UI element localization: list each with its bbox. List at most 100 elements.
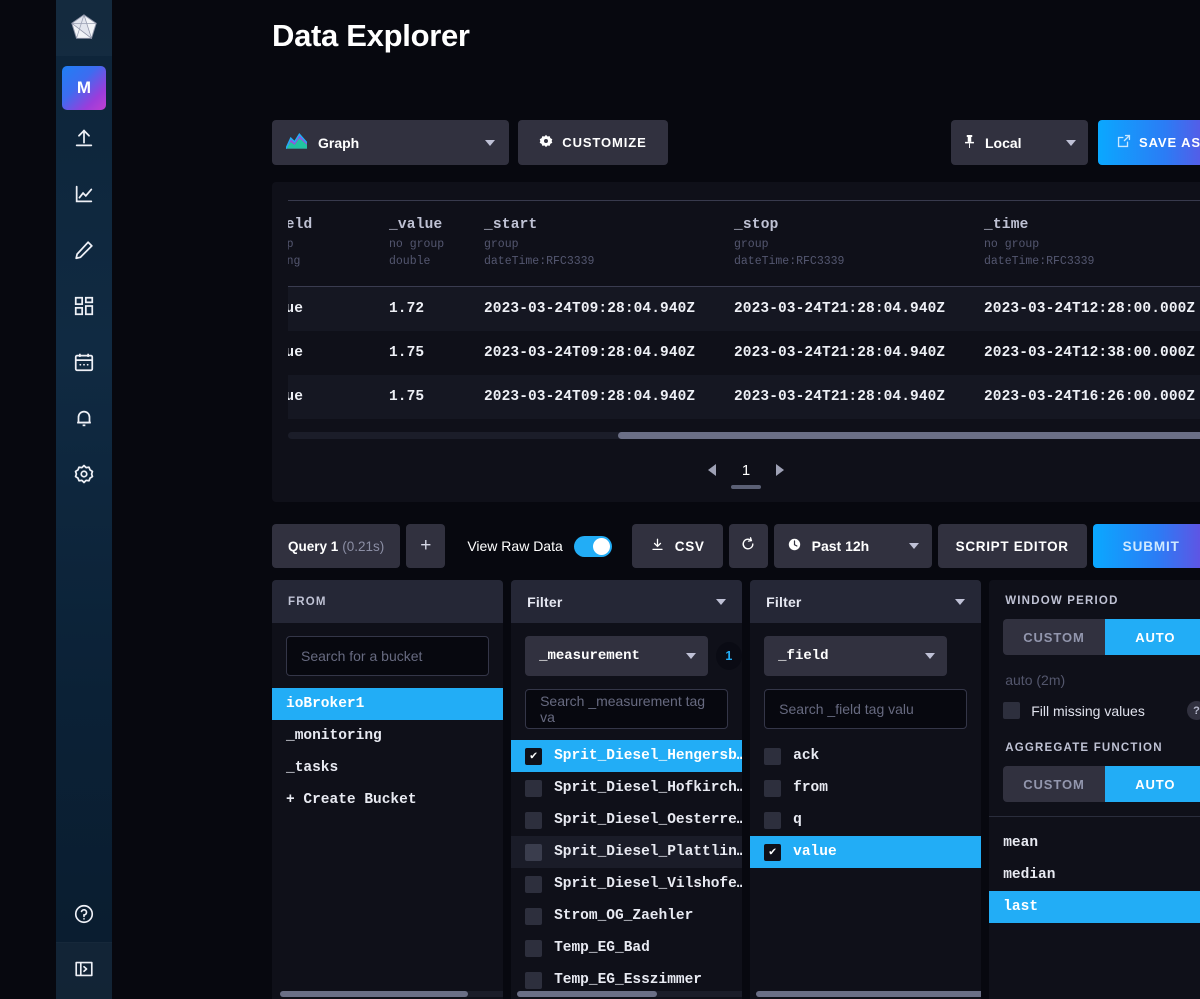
table-horizontal-scrollbar[interactable]	[288, 432, 1200, 439]
main-content: Data Explorer Graph CUSTOMIZE Local SAVE…	[112, 0, 1200, 999]
sidebar-item-explore[interactable]	[56, 166, 112, 222]
list-item[interactable]: ack	[750, 740, 981, 772]
fill-missing-values-row[interactable]: Fill missing values ?	[989, 688, 1200, 720]
chevron-down-icon[interactable]	[954, 598, 965, 605]
function-item-mean[interactable]: mean	[989, 827, 1200, 859]
customize-button[interactable]: CUSTOMIZE	[518, 120, 668, 165]
aggregate-custom-button[interactable]: CUSTOM	[1003, 766, 1105, 802]
checkbox-icon[interactable]	[764, 747, 782, 765]
function-item-median[interactable]: median	[989, 859, 1200, 891]
script-editor-button[interactable]: SCRIPT EDITOR	[937, 524, 1087, 568]
sidebar-item-tasks[interactable]	[56, 334, 112, 390]
scrollbar-thumb[interactable]	[280, 991, 468, 997]
page-number[interactable]: 1	[730, 462, 763, 489]
filter-field-header[interactable]: Filter	[750, 580, 981, 623]
field-horizontal-scrollbar[interactable]	[756, 991, 981, 997]
checkbox-icon[interactable]	[525, 811, 543, 829]
list-item[interactable]: Sprit_Diesel_Hengersb…	[511, 740, 742, 772]
checkbox-icon[interactable]	[525, 843, 543, 861]
column-type: double	[389, 254, 431, 268]
scrollbar-thumb[interactable]	[517, 991, 658, 997]
tag-key-dropdown-field[interactable]: _field	[764, 636, 947, 676]
sidebar-item-dashboards[interactable]	[56, 278, 112, 334]
list-item[interactable]: value	[750, 836, 981, 868]
bucket-item-monitoring[interactable]: _monitoring	[272, 720, 503, 752]
field-value-list: ack from q value	[750, 740, 981, 868]
column-group: no group	[389, 238, 445, 251]
bucket-item-tasks[interactable]: _tasks	[272, 752, 503, 784]
avatar[interactable]: M	[62, 66, 106, 110]
list-item[interactable]: Sprit_Diesel_Oesterre…	[511, 804, 742, 836]
sidebar-item-alerts[interactable]	[56, 390, 112, 446]
measurement-search-input[interactable]: Search _measurement tag va	[525, 689, 728, 729]
influxdb-logo[interactable]	[56, 0, 112, 56]
checkbox-icon[interactable]	[525, 907, 543, 925]
create-bucket-button[interactable]: + Create Bucket	[272, 784, 503, 816]
time-range-dropdown[interactable]: Past 12h	[773, 524, 932, 568]
bucket-item-iobroker1[interactable]: ioBroker1	[272, 688, 503, 720]
refresh-button[interactable]	[728, 524, 768, 568]
chevron-right-icon[interactable]	[776, 464, 785, 476]
list-item[interactable]: Temp_EG_Bad	[511, 932, 742, 964]
list-item[interactable]: Sprit_Diesel_Hofkirch…	[511, 772, 742, 804]
checkbox-checked-icon[interactable]	[525, 747, 543, 765]
csv-download-button[interactable]: CSV	[631, 524, 723, 568]
list-item[interactable]: Sprit_Diesel_Plattlin…	[511, 836, 742, 868]
query-tab[interactable]: Query 1 (0.21s)	[272, 524, 401, 568]
from-horizontal-scrollbar[interactable]	[280, 991, 503, 997]
tag-key-dropdown-measurement[interactable]: _measurement	[525, 636, 708, 676]
list-item[interactable]: Strom_OG_Zaehler	[511, 900, 742, 932]
sidebar-item-help[interactable]	[56, 886, 112, 942]
clock-icon	[787, 537, 802, 555]
local-time-dropdown[interactable]: Local	[951, 120, 1088, 165]
sidebar-item-load-data[interactable]	[56, 110, 112, 166]
checkbox-icon[interactable]	[764, 811, 782, 829]
help-icon[interactable]: ?	[1187, 701, 1200, 720]
viz-type-dropdown[interactable]: Graph	[272, 120, 509, 165]
table-cell: 2023-03-24T09:28:04.940Z	[470, 286, 720, 332]
checkbox-icon[interactable]	[1003, 702, 1021, 719]
function-item-last[interactable]: last	[989, 891, 1200, 923]
view-raw-data-label: View Raw Data	[467, 538, 563, 554]
checkbox-icon[interactable]	[525, 875, 543, 893]
raw-data-panel: _field group string _value no group double…	[272, 182, 1200, 502]
data-explorer-app: M Data Explorer Graph CUSTOMIZE Local SA…	[0, 0, 1200, 999]
query-label: Query 1	[288, 538, 339, 554]
table-cell: value	[288, 286, 375, 332]
list-item-label: Sprit_Diesel_Hofkirch…	[554, 780, 742, 796]
column-header: _value no group double	[375, 201, 470, 288]
window-auto-button[interactable]: AUTO	[1104, 619, 1200, 655]
measurement-horizontal-scrollbar[interactable]	[517, 991, 742, 997]
add-query-button[interactable]: +	[406, 524, 446, 568]
checkbox-icon[interactable]	[525, 971, 543, 989]
list-item[interactable]: q	[750, 804, 981, 836]
column-header: _time no group dateTime:RFC3339	[970, 201, 1200, 288]
window-custom-button[interactable]: CUSTOM	[1003, 619, 1105, 655]
chevron-down-icon	[924, 653, 935, 659]
filter-measurement-header[interactable]: Filter	[511, 580, 742, 623]
scrollbar-thumb[interactable]	[618, 432, 1200, 439]
list-item-label: Temp_EG_Esszimmer	[554, 972, 703, 988]
aggregate-auto-button[interactable]: AUTO	[1104, 766, 1200, 802]
bucket-search-input[interactable]: Search for a bucket	[286, 636, 489, 676]
measurement-search-placeholder: Search _measurement tag va	[540, 693, 706, 725]
sidebar-item-settings[interactable]	[56, 446, 112, 502]
sidebar-item-notebooks[interactable]	[56, 222, 112, 278]
checkbox-icon[interactable]	[525, 939, 543, 957]
list-item-label: Sprit_Diesel_Plattlin…	[554, 844, 742, 860]
list-item-label: Strom_OG_Zaehler	[554, 908, 694, 924]
scrollbar-thumb[interactable]	[756, 991, 981, 997]
submit-button[interactable]: SUBMIT	[1092, 524, 1200, 568]
save-as-button[interactable]: SAVE AS	[1098, 120, 1200, 165]
checkbox-icon[interactable]	[525, 779, 543, 797]
view-raw-data-toggle[interactable]	[573, 535, 612, 557]
chevron-left-icon[interactable]	[707, 464, 716, 476]
checkbox-checked-icon[interactable]	[764, 843, 782, 861]
chevron-down-icon[interactable]	[715, 598, 726, 605]
field-search-input[interactable]: Search _field tag valu	[764, 689, 967, 729]
sidebar-item-presentation-mode[interactable]	[56, 943, 112, 999]
list-item[interactable]: from	[750, 772, 981, 804]
checkbox-icon[interactable]	[764, 779, 782, 797]
field-search-placeholder: Search _field tag valu	[779, 701, 914, 717]
list-item[interactable]: Sprit_Diesel_Vilshofe…	[511, 868, 742, 900]
